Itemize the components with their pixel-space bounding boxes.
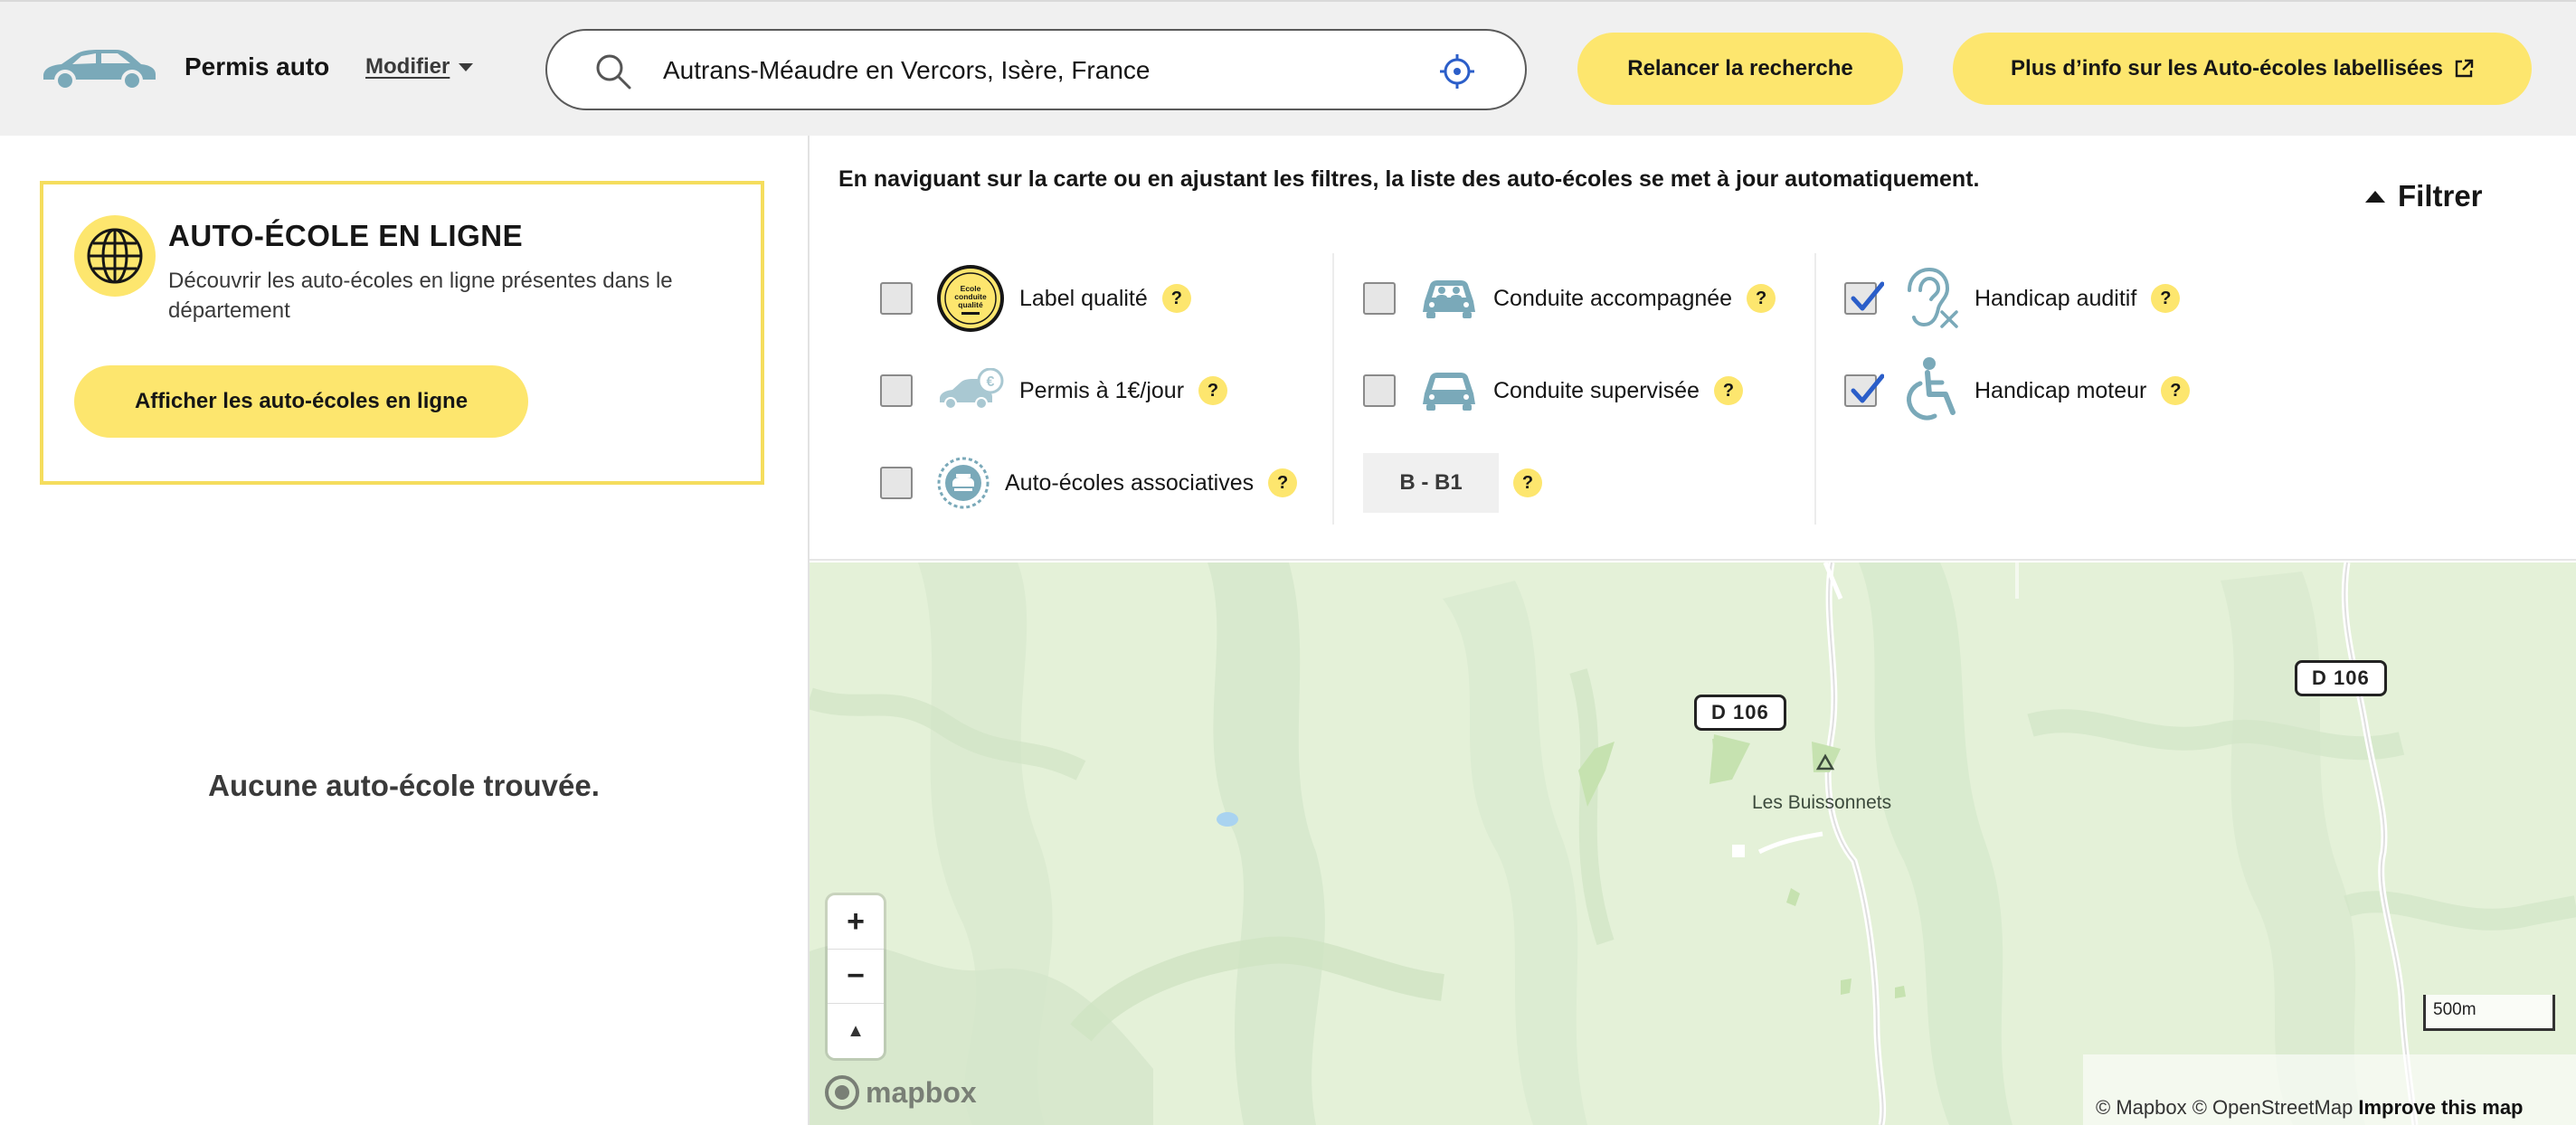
road-label-d106: D 106 [2295, 660, 2387, 696]
card-title: AUTO-ÉCOLE EN LIGNE [168, 219, 524, 252]
road-label-d106: D 106 [1694, 695, 1786, 731]
filter-option-permis-1-euro: € Permis à 1€/jour ? [880, 355, 1228, 427]
help-button[interactable]: ? [2161, 376, 2191, 405]
association-icon [937, 457, 990, 509]
filter-option-licence-category: B - B1 ? [1363, 447, 1542, 519]
chevron-down-icon [459, 62, 474, 71]
globe-icon [74, 215, 156, 297]
checkbox-conduite-supervisee[interactable] [1363, 374, 1396, 407]
car-euro-icon: € [940, 368, 1004, 410]
filter-label: Label qualité [1019, 285, 1148, 311]
more-info-label: Plus d’info sur les Auto-écoles labellis… [2011, 56, 2443, 80]
filter-label: Handicap auditif [1975, 285, 2137, 311]
mapbox-logo-text: mapbox [866, 1075, 977, 1109]
improve-map-link[interactable]: Improve this map [2358, 1096, 2523, 1120]
mapbox-logo[interactable]: mapbox [824, 1074, 977, 1111]
attribution-text[interactable]: © Mapbox © OpenStreetMap [2096, 1096, 2353, 1120]
car-logo-icon [43, 50, 156, 91]
modifier-label: Modifier [365, 54, 450, 79]
place-label: Les Buissonnets [1752, 792, 1892, 813]
help-button[interactable]: ? [1268, 468, 1298, 497]
checkmark-icon [1851, 373, 1884, 403]
filter-label: Auto-écoles associatives [1005, 469, 1255, 496]
zoom-out-button[interactable]: − [828, 950, 884, 1004]
help-button[interactable]: ? [1198, 376, 1228, 405]
filter-label: Conduite supervisée [1493, 377, 1700, 403]
filter-info-text: En naviguant sur la carte ou en ajustant… [838, 166, 1980, 192]
filter-option-conduite-accompagnee: Conduite accompagnée ? [1363, 262, 1776, 335]
search-box [545, 29, 1527, 110]
zoom-controls: + − ▲ [828, 895, 884, 1058]
map-scale: 500m [2423, 995, 2555, 1031]
relaunch-search-button[interactable]: Relancer la recherche [1577, 33, 1903, 105]
help-button[interactable]: ? [2151, 284, 2181, 313]
app-title: Permis auto [185, 52, 330, 80]
filter-option-conduite-supervisee: Conduite supervisée ? [1363, 355, 1743, 427]
hearing-impaired-icon [1908, 267, 1958, 328]
help-button[interactable]: ? [1747, 284, 1776, 313]
checkbox-conduite-accompagnee[interactable] [1363, 282, 1396, 315]
map-view[interactable]: D 106 D 106 Les Buissonnets + − ▲ mapbox… [810, 562, 2576, 1125]
map-attribution: © Mapbox © OpenStreetMap Improve this ma… [2083, 1054, 2576, 1125]
map-terrain [810, 562, 2576, 1125]
help-button[interactable]: ? [1161, 284, 1191, 313]
zoom-in-button[interactable]: + [828, 895, 884, 950]
no-result-message: Aucune auto-école trouvée. [208, 769, 600, 802]
quality-label-badge-icon: Ecole conduite qualité [937, 265, 1004, 332]
help-button[interactable]: ? [1513, 468, 1542, 497]
external-link-icon [2455, 59, 2474, 78]
results-panel: AUTO-ÉCOLE EN LIGNE Découvrir les auto-é… [0, 136, 808, 1125]
column-separator [1814, 253, 1816, 525]
header-bar: Permis auto Modifier Relancer la recherc… [0, 0, 2576, 136]
filter-toggle[interactable]: Filtrer [2365, 179, 2483, 213]
relaunch-search-label: Relancer la recherche [1627, 56, 1853, 80]
online-school-card: AUTO-ÉCOLE EN LIGNE Découvrir les auto-é… [40, 181, 764, 485]
show-online-schools-button[interactable]: Afficher les auto-écoles en ligne [74, 365, 528, 438]
search-icon [596, 54, 631, 90]
filter-label: Permis à 1€/jour [1019, 377, 1185, 403]
wheelchair-icon [1907, 357, 1956, 421]
column-separator [1332, 253, 1334, 525]
badge-text-3: qualité [958, 300, 983, 309]
checkbox-handicap-moteur[interactable] [1844, 373, 1884, 407]
address-search-input[interactable] [663, 51, 1405, 90]
compass-reset-button[interactable]: ▲ [828, 1004, 884, 1058]
checkmark-icon [1851, 281, 1884, 311]
checkbox-permis-1-euro[interactable] [880, 374, 913, 407]
chevron-up-icon [2365, 190, 2385, 203]
filter-option-handicap-auditif: Handicap auditif ? [1844, 262, 2181, 335]
help-button[interactable]: ? [1713, 376, 1743, 405]
filter-panel: En naviguant sur la carte ou en ajustant… [810, 136, 2576, 561]
filter-option-handicap-moteur: Handicap moteur ? [1844, 355, 2191, 427]
modifier-dropdown[interactable]: Modifier [365, 54, 474, 80]
filter-option-label-qualite: Ecole conduite qualité Label qualité ? [880, 262, 1191, 335]
filter-label: Handicap moteur [1975, 377, 2147, 403]
licence-category-selector[interactable]: B - B1 [1363, 453, 1499, 513]
filter-option-associatives: Auto-écoles associatives ? [880, 447, 1298, 519]
car-passengers-icon [1423, 280, 1475, 318]
checkbox-handicap-auditif[interactable] [1844, 281, 1884, 315]
checkbox-associatives[interactable] [880, 467, 913, 499]
compass-icon: ▲ [847, 1020, 865, 1041]
mapbox-logo-icon [825, 1075, 859, 1110]
filter-label: Conduite accompagnée [1493, 285, 1733, 311]
car-icon [1423, 373, 1475, 411]
more-info-link-button[interactable]: Plus d’info sur les Auto-écoles labellis… [1953, 33, 2532, 105]
crosshair-locate-icon[interactable] [1438, 52, 1476, 90]
checkbox-label-qualite[interactable] [880, 282, 913, 315]
card-description: Découvrir les auto-écoles en ligne prése… [168, 269, 673, 323]
filter-toggle-label: Filtrer [2398, 179, 2483, 213]
svg-text:€: € [987, 374, 995, 390]
